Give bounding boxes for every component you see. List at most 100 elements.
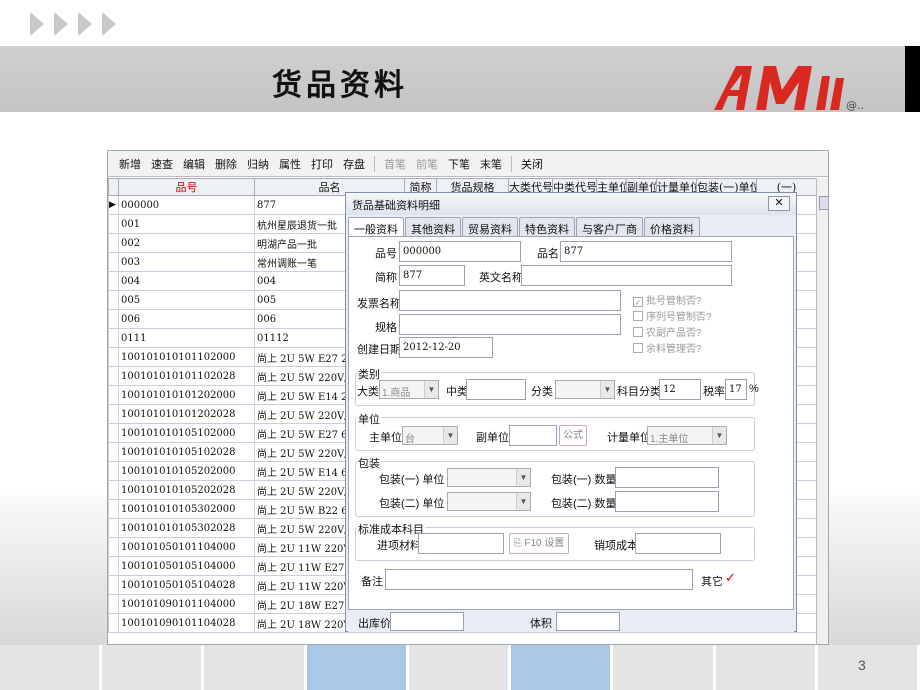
table-cell[interactable]: 100101050105104028 <box>118 575 255 595</box>
title-right-bar <box>905 46 920 112</box>
toolbar-button[interactable]: 编辑 <box>178 156 210 172</box>
subject-class-field[interactable]: 12 <box>659 379 701 400</box>
row-indicator-header <box>108 178 119 196</box>
toolbar-button[interactable]: 新增 <box>114 156 146 172</box>
toolbar-button[interactable]: 首笔 <box>379 156 411 172</box>
measure-unit-label: 计量单位 <box>607 432 651 444</box>
pack2-unit-select[interactable]: ▼ <box>447 492 531 511</box>
sub-class-select[interactable]: ▼ <box>555 380 615 399</box>
measure-unit-select[interactable]: 1.主单位 ▼ <box>647 426 727 445</box>
sub-unit-field[interactable] <box>509 425 557 446</box>
table-cell[interactable]: 000000 <box>118 195 255 215</box>
dialog-tab[interactable]: 价格资料 <box>644 217 700 237</box>
row-indicator <box>108 252 119 272</box>
toolbar-button[interactable]: 删除 <box>210 156 242 172</box>
row-indicator <box>108 328 119 348</box>
create-date-field[interactable]: 2012-12-20 <box>399 337 493 358</box>
checkbox-label: 余料管理否? <box>646 344 702 355</box>
toolbar-button[interactable]: 打印 <box>306 156 338 172</box>
sub-class-label: 分类 <box>531 386 553 398</box>
slide-title: 货品资料 <box>272 68 408 103</box>
goods-detail-dialog: 货品基础资料明细 ✕ 一般资料 其他资料 贸易资料 特色资料 与客户厂商 价格资料 品号 … <box>345 192 797 632</box>
pack2-qty-field[interactable] <box>615 491 719 512</box>
toolbar-button[interactable]: 速查 <box>146 156 178 172</box>
am-logo: @.. <box>714 66 864 112</box>
dialog-title: 货品基础资料明细 <box>352 200 440 212</box>
row-indicator <box>108 309 119 329</box>
table-cell[interactable]: 100101010105302000 <box>118 499 255 519</box>
toolbar: 新增 速查 编辑 删除 归纳 属性 打印 存盘 首笔 前笔 下笔 末笔 关闭 <box>108 151 828 177</box>
invoice-name-field[interactable] <box>399 290 621 311</box>
row-indicator <box>108 499 119 519</box>
table-cell[interactable]: 0111 <box>118 328 255 348</box>
pack2-qty-label: 包装(二) 数量 <box>551 498 617 510</box>
toolbar-button[interactable]: 存盘 <box>338 156 370 172</box>
table-cell[interactable]: 100101090101104028 <box>118 613 255 633</box>
table-cell[interactable]: 100101050105104000 <box>118 556 255 576</box>
english-name-field[interactable] <box>521 265 732 286</box>
table-cell[interactable]: 100101010101202000 <box>118 385 255 405</box>
formula-button[interactable]: 公式 <box>559 425 587 446</box>
dialog-tab[interactable]: 特色资料 <box>519 217 575 237</box>
option-checkbox[interactable]: 农副产品否? <box>633 324 702 339</box>
dialog-close-button[interactable]: ✕ <box>768 196 790 211</box>
toolbar-button[interactable]: 末笔 <box>475 156 507 172</box>
table-cell[interactable]: 10010101010110200​0 <box>118 347 255 367</box>
toolbar-button[interactable]: 关闭 <box>516 156 548 172</box>
dialog-tab[interactable]: 贸易资料 <box>462 217 518 237</box>
item-no-field[interactable]: 000000 <box>399 241 521 262</box>
sales-cost-field[interactable] <box>635 533 721 554</box>
table-cell[interactable]: 100101010105102000 <box>118 423 255 443</box>
toolbar-button[interactable]: 前笔 <box>411 156 443 172</box>
table-cell[interactable]: 005 <box>118 290 255 310</box>
option-checkbox[interactable]: 序列号管制否? <box>633 308 712 323</box>
row-indicator <box>108 442 119 462</box>
major-class-select[interactable]: 1.商品 ▼ <box>379 380 439 399</box>
table-cell[interactable]: 100101010101102028 <box>118 366 255 386</box>
table-cell[interactable]: 002 <box>118 233 255 253</box>
table-cell[interactable]: 100101090101104000 <box>118 594 255 614</box>
table-cell[interactable]: 100101010105202000 <box>118 461 255 481</box>
toolbar-separator <box>511 155 512 172</box>
outbound-price-field[interactable] <box>390 612 464 631</box>
table-cell[interactable]: 001 <box>118 214 255 234</box>
table-cell[interactable]: 004 <box>118 271 255 291</box>
tax-rate-field[interactable]: 17 <box>725 379 747 400</box>
mid-class-field[interactable] <box>466 379 526 400</box>
input-material-field[interactable] <box>418 533 504 554</box>
table-cell[interactable]: 100101010101202028 <box>118 404 255 424</box>
remark-field[interactable] <box>385 569 693 590</box>
sub-unit-label: 副单位 <box>476 432 509 444</box>
option-checkbox[interactable]: 余料管理否? <box>633 340 702 355</box>
dialog-tab[interactable]: 一般资料 <box>348 217 404 237</box>
page-number: 3 <box>858 657 866 673</box>
pack1-unit-select[interactable]: ▼ <box>447 468 531 487</box>
spec-field[interactable] <box>399 314 621 335</box>
column-header[interactable]: 品号 <box>118 178 255 196</box>
table-cell[interactable]: 100101010105302028 <box>118 518 255 538</box>
main-unit-select[interactable]: 台 ▼ <box>402 426 458 445</box>
dialog-tab[interactable]: 与客户厂商 <box>576 217 643 237</box>
volume-field[interactable] <box>556 612 620 631</box>
item-name-field[interactable]: 877 <box>560 241 732 262</box>
checkmark-icon[interactable]: ✓ <box>725 570 736 586</box>
scrollbar-thumb[interactable] <box>819 196 828 210</box>
toolbar-button[interactable]: 下笔 <box>443 156 475 172</box>
row-indicator <box>108 480 119 500</box>
table-cell[interactable]: 100101010105102028 <box>118 442 255 462</box>
option-checkbox[interactable]: ✓ 批号管制否? <box>633 292 702 307</box>
table-cell[interactable]: 100101050101104000 <box>118 537 255 557</box>
table-cell[interactable]: 006 <box>118 309 255 329</box>
toolbar-button[interactable]: 属性 <box>274 156 306 172</box>
dialog-tab[interactable]: 其他资料 <box>405 217 461 237</box>
short-name-field[interactable]: 877 <box>399 265 465 286</box>
checkbox-label: 农副产品否? <box>646 328 702 339</box>
toolbar-button[interactable]: 归纳 <box>242 156 274 172</box>
table-cell[interactable]: 003 <box>118 252 255 272</box>
grid-scrollbar[interactable] <box>816 178 828 644</box>
f10-settings-button[interactable]: ⎘ F10 设置 <box>509 533 569 554</box>
pack1-qty-field[interactable] <box>615 467 719 488</box>
sales-cost-label: 销项成本 <box>594 540 638 552</box>
table-cell[interactable]: 100101010105202028 <box>118 480 255 500</box>
row-indicator <box>108 518 119 538</box>
